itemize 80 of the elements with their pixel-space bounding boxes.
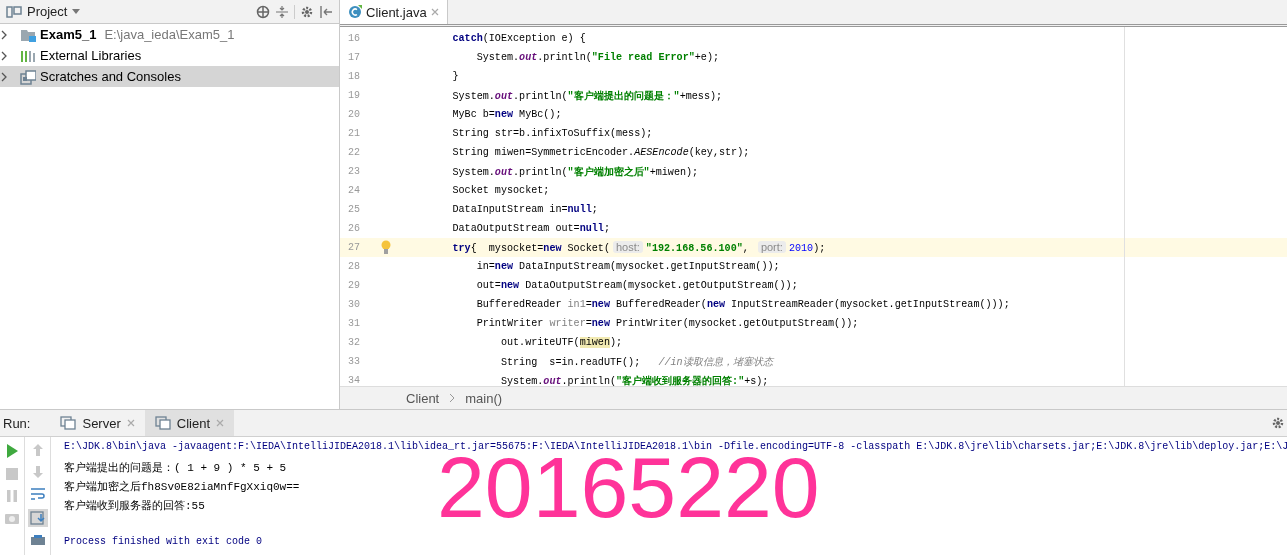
line-number: 23 <box>347 166 361 177</box>
editor-tab[interactable]: Client.java <box>340 0 448 24</box>
tree-item[interactable]: External Libraries <box>0 45 339 66</box>
close-icon[interactable] <box>126 419 135 427</box>
console-line: E:\JDK.8\bin\java -javaagent:F:\IEDA\IntelliJIDEA2018.1\lib\idea_rt.jar=55675:F:\IEDA\IntelliJIDEA2018.1\bin -Dfile.encoding=UTF-8 -classpath E:\JDK.8\jre\lib\charsets.jar;E:\JDK.8\jre\lib\deploy.jar;E:\J <box>64 441 1287 454</box>
print-icon[interactable] <box>29 535 46 545</box>
code-line: PrintWriter writer=new PrintWriter(mysocket.getOutputStream()); <box>475 318 859 329</box>
line-number: 18 <box>347 71 361 82</box>
code-line: System.out.println("File read Error"+e); <box>475 52 719 63</box>
run-tab[interactable]: Client <box>144 410 234 436</box>
console-icon <box>154 416 171 430</box>
run-label: Run: <box>2 415 32 431</box>
code-line: DataInputStream in=null; <box>451 204 598 215</box>
run-tab[interactable]: Server <box>50 410 145 436</box>
scratch-icon <box>20 68 36 85</box>
project-icon <box>6 3 22 20</box>
chevron-icon <box>449 393 456 403</box>
line-number: 27 <box>347 242 361 253</box>
breadcrumb[interactable]: main() <box>465 390 503 406</box>
chevron-icon[interactable] <box>0 28 8 41</box>
hide-panel-icon[interactable] <box>319 4 333 19</box>
crosshair-icon[interactable] <box>256 4 270 19</box>
code-line: System.out.println("客户端提出的问题是："+mess); <box>451 89 723 103</box>
line-number: 30 <box>347 299 361 310</box>
code-line: System.out.println("客户端加密之后"+miwen); <box>451 165 699 179</box>
line-number: 16 <box>347 33 361 44</box>
tree-item[interactable]: Scratches and Consoles <box>0 66 339 87</box>
code-line: String str=b.infixToSuffix(mess); <box>451 128 653 139</box>
code-line: out=new DataOutputStream(mysocket.getOutputStream()); <box>475 280 798 291</box>
console-line: Process finished with exit code 0 <box>64 536 264 549</box>
line-number: 34 <box>347 375 361 386</box>
scroll-to-end-icon[interactable] <box>27 509 48 527</box>
code-line: String s=in.readUTF(); //in读取信息，堵塞状态 <box>499 355 773 369</box>
line-number: 22 <box>347 147 361 158</box>
line-number: 26 <box>347 223 361 234</box>
code-line: in=new DataInputStream(mysocket.getInputStream()); <box>475 261 780 272</box>
breadcrumb[interactable]: Client <box>406 390 440 406</box>
class-file-icon <box>348 5 362 19</box>
code-line: } <box>451 71 459 82</box>
console-line: 客户端提出的问题是：( 1 + 9 ) * 5 + 5 <box>64 461 288 476</box>
line-number: 31 <box>347 318 361 329</box>
line-number: 24 <box>347 185 361 196</box>
line-number: 28 <box>347 261 361 272</box>
close-icon[interactable] <box>430 8 439 16</box>
code-line: System.out.println("客户端收到服务器的回答:"+s); <box>499 374 769 386</box>
code-line: BufferedReader in1=new BufferedReader(new InputStreamReader(mysocket.getInputStream())); <box>475 299 1010 310</box>
line-number: 20 <box>347 109 361 120</box>
line-number: 33 <box>347 356 361 367</box>
line-number: 32 <box>347 337 361 348</box>
chevron-icon[interactable] <box>0 70 8 83</box>
line-number: 17 <box>347 52 361 63</box>
overlay-number: 20165220 <box>437 456 820 518</box>
console-line: 客户端加密之后fh8Sv0E82iaMnfFgXxiq0w== <box>64 480 301 495</box>
line-number: 21 <box>347 128 361 139</box>
tree-item[interactable]: Exam5_1 E:\java_ieda\Exam5_1 <box>0 24 339 45</box>
line-number: 29 <box>347 280 361 291</box>
code-line: Socket mysocket; <box>451 185 550 196</box>
item-label: Scratches and Consoles <box>40 69 181 84</box>
run-icon[interactable] <box>5 443 19 459</box>
settings-icon[interactable] <box>300 4 314 19</box>
dropdown-caret-icon[interactable] <box>72 8 81 15</box>
code-line: MyBc b=new MyBc(); <box>451 109 562 120</box>
line-number: 25 <box>347 204 361 215</box>
console-icon <box>60 416 77 430</box>
soft-wrap-icon[interactable] <box>29 487 46 501</box>
item-path: E:\java_ieda\Exam5_1 <box>104 27 235 42</box>
code-line: String miwen=SymmetricEncoder.AESEncode(key,str); <box>451 147 750 158</box>
item-label: External Libraries <box>40 48 142 63</box>
code-line: out.writeUTF(miwen); <box>499 337 623 348</box>
code-line: catch(IOException e) { <box>451 33 586 44</box>
lightbulb-icon[interactable] <box>381 240 391 255</box>
console-line: 客户端收到服务器的回答:55 <box>64 499 206 514</box>
code-line: DataOutputStream out=null; <box>451 223 610 234</box>
settings-icon[interactable] <box>1271 416 1285 430</box>
panel-title[interactable]: Project <box>27 4 68 19</box>
collapse-icon[interactable] <box>275 4 289 19</box>
chevron-icon[interactable] <box>0 49 8 62</box>
line-number: 19 <box>347 90 361 101</box>
code-line: try{ mysocket=new Socket( host: "192.168.56.100", port: 2010); <box>451 241 826 254</box>
item-label: Exam5_1 <box>40 27 97 42</box>
